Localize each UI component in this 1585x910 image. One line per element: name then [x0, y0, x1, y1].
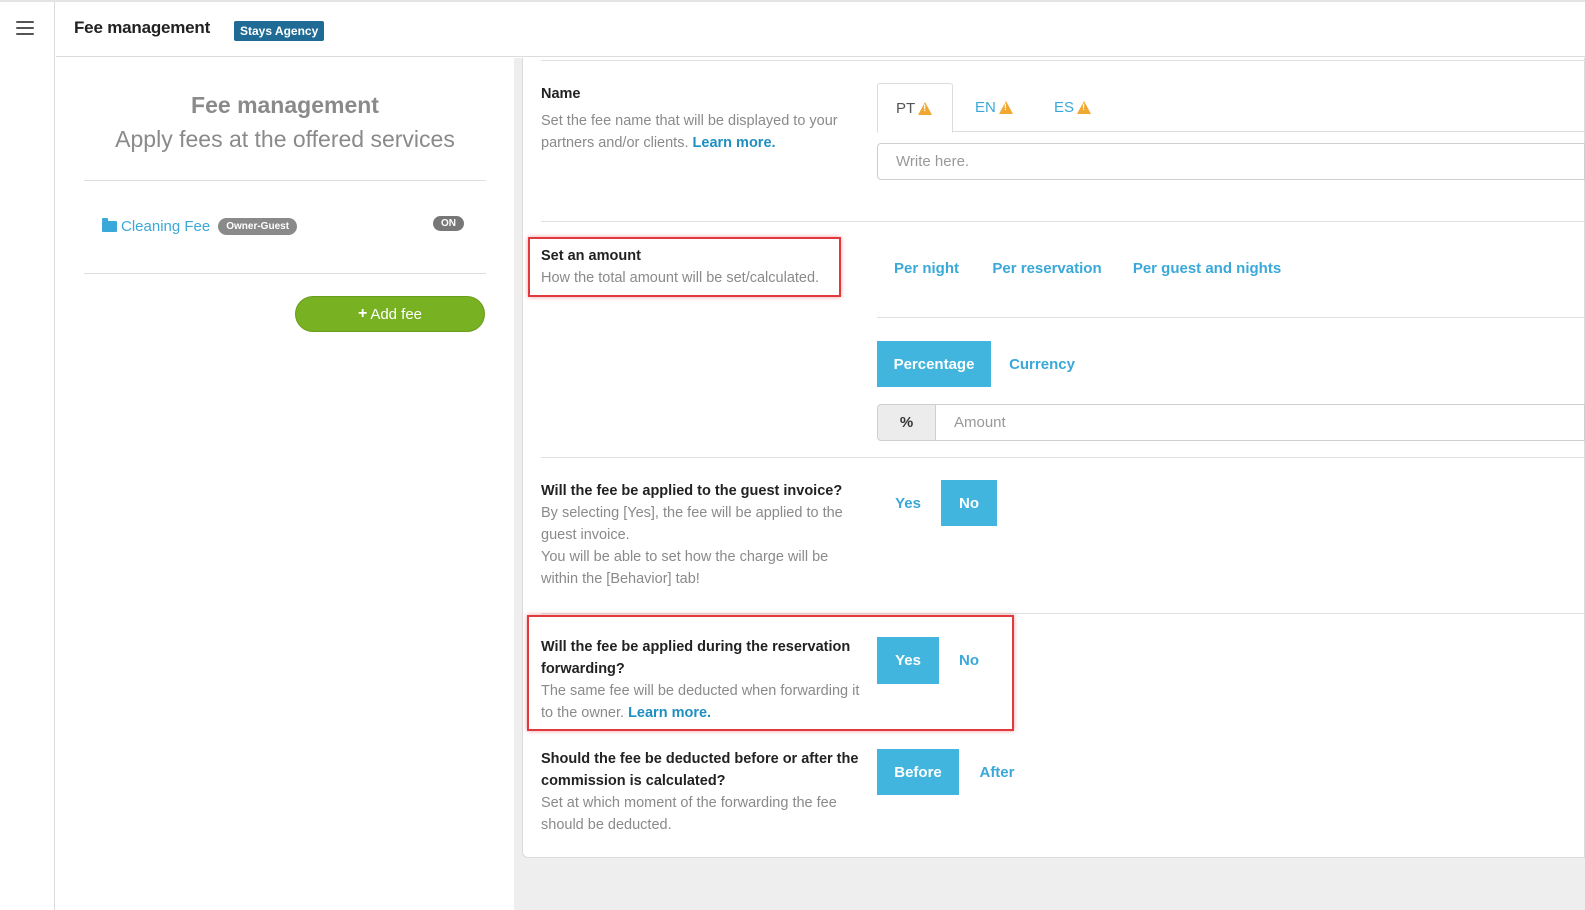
name-description-text: Set the fee name that will be displayed …	[541, 113, 838, 151]
left-rail	[0, 2, 55, 910]
invoice-label: Will the fee be applied to the guest inv…	[541, 483, 843, 499]
name-label: Name	[541, 86, 581, 102]
tab-pt[interactable]: PT	[877, 83, 953, 133]
forwarding-description: The same fee will be deducted when forwa…	[541, 680, 861, 724]
tab-en-label: EN	[975, 99, 996, 116]
page-header: Fee management Stays Agency	[56, 2, 1585, 57]
forwarding-no-button[interactable]: No	[941, 637, 997, 684]
warning-icon	[918, 101, 933, 115]
divider	[541, 221, 1585, 222]
tab-pt-label: PT	[896, 99, 916, 117]
amount-input[interactable]	[935, 404, 1585, 441]
menu-icon[interactable]	[16, 21, 34, 37]
invoice-description-1: By selecting [Yes], the fee will be appl…	[541, 505, 843, 543]
percent-addon: %	[877, 404, 936, 441]
commission-description: Set at which moment of the forwarding th…	[541, 795, 837, 833]
divider	[541, 60, 1585, 61]
add-fee-button[interactable]: + Add fee	[295, 296, 485, 332]
plus-icon: +	[357, 305, 368, 322]
fee-name-input[interactable]	[877, 143, 1585, 180]
forwarding-learn-more-link[interactable]: Learn more.	[628, 705, 711, 721]
invoice-description-2: You will be able to set how the charge w…	[541, 549, 829, 587]
divider	[541, 613, 1585, 614]
warning-icon	[998, 101, 1013, 114]
invoice-no-button[interactable]: No	[941, 480, 997, 526]
forwarding-label: Will the fee be applied during the reser…	[541, 639, 851, 677]
panel-subtitle: Apply fees at the offered services	[115, 126, 455, 152]
amount-label: Set an amount	[541, 248, 641, 264]
add-fee-label: Add fee	[370, 305, 423, 323]
divider	[84, 273, 486, 274]
percentage-button[interactable]: Percentage	[877, 341, 991, 387]
language-tabs: PT EN ES	[877, 83, 1585, 133]
per-guest-and-nights-option[interactable]: Per guest and nights	[1122, 250, 1292, 286]
tab-es[interactable]: ES	[1036, 83, 1109, 132]
divider	[541, 457, 1585, 458]
tab-en[interactable]: EN	[957, 83, 1031, 132]
name-learn-more-link[interactable]: Learn more.	[693, 135, 776, 151]
divider	[84, 180, 486, 181]
invoice-yes-button[interactable]: Yes	[877, 480, 939, 526]
warning-icon	[1077, 101, 1092, 114]
currency-button[interactable]: Currency	[996, 341, 1088, 387]
divider	[877, 317, 1585, 318]
fee-list-panel: Fee management Apply fees at the offered…	[56, 58, 514, 910]
after-button[interactable]: After	[964, 749, 1030, 795]
before-button[interactable]: Before	[877, 749, 959, 795]
folder-icon	[102, 218, 117, 232]
forwarding-yes-button[interactable]: Yes	[877, 637, 939, 684]
fee-list-item[interactable]: Cleaning Fee Owner-Guest	[102, 216, 298, 236]
fee-status-toggle[interactable]: ON	[433, 216, 464, 231]
name-description: Set the fee name that will be displayed …	[541, 110, 861, 154]
commission-label: Should the fee be deducted before or aft…	[541, 751, 859, 789]
per-night-option[interactable]: Per night	[877, 250, 976, 286]
agency-badge: Stays Agency	[234, 21, 325, 41]
fee-name: Cleaning Fee	[121, 217, 211, 235]
tab-es-label: ES	[1054, 99, 1075, 116]
per-reservation-option[interactable]: Per reservation	[982, 250, 1112, 286]
panel-title: Fee management	[191, 92, 379, 118]
amount-description: How the total amount will be set/calcula…	[541, 270, 820, 286]
fee-type-badge: Owner-Guest	[218, 217, 298, 235]
page-title: Fee management	[74, 18, 211, 37]
